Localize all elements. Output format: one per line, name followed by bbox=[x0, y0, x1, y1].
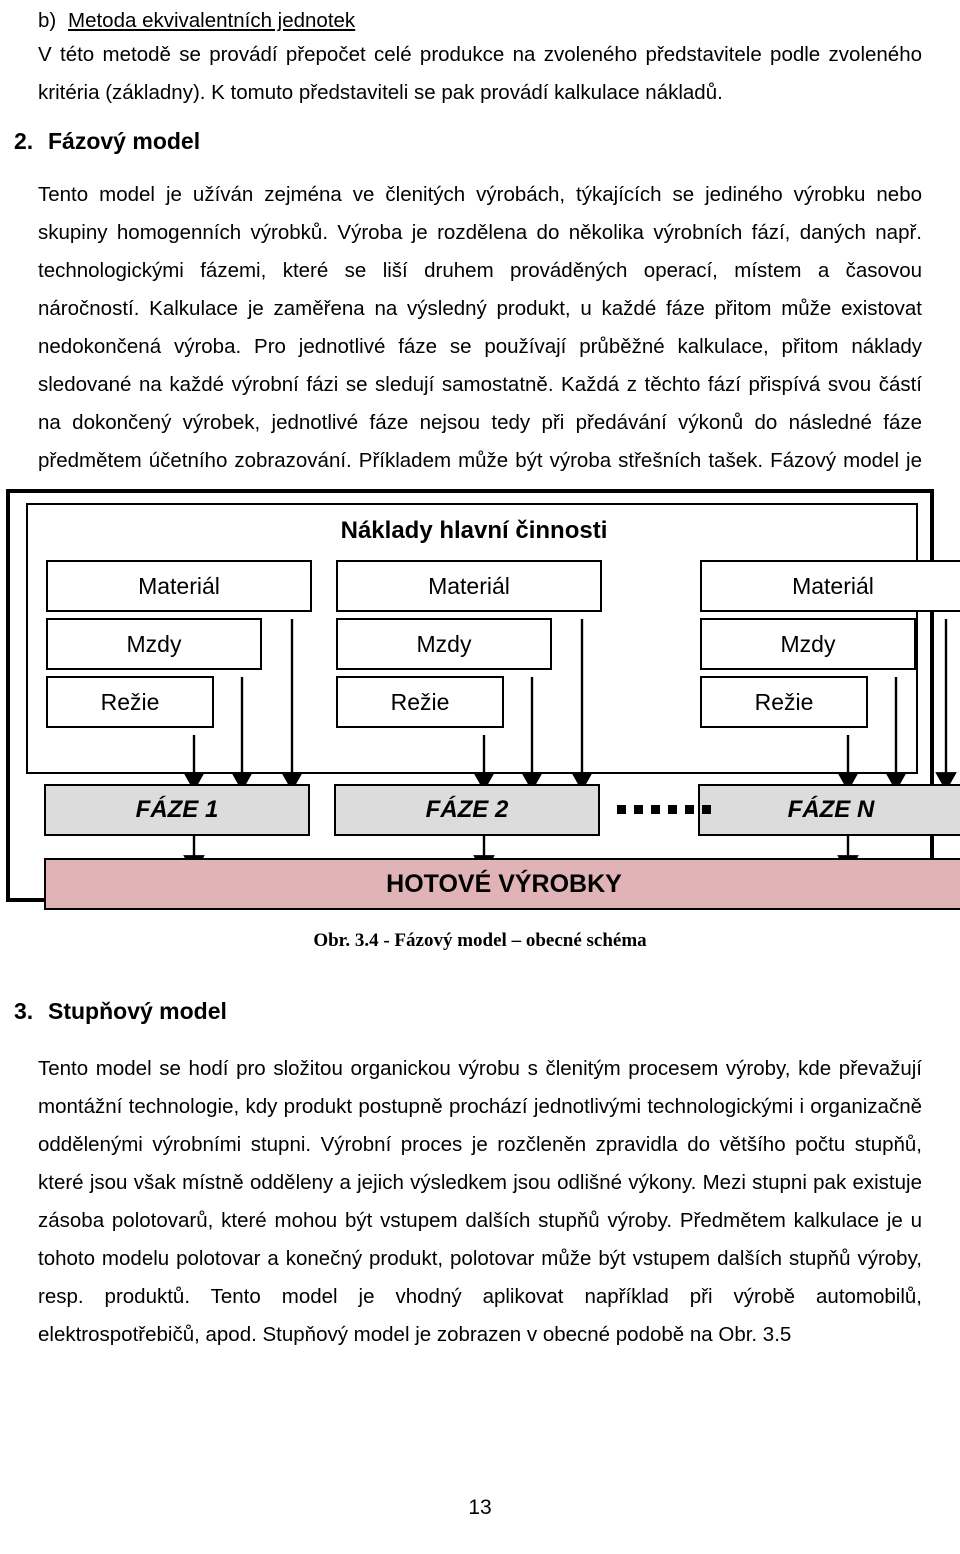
finished-goods-box: HOTOVÉ VÝROBKY bbox=[44, 858, 960, 910]
ellipsis-dot bbox=[634, 805, 643, 814]
list-item-b: b) Metoda ekvivalentních jednotek bbox=[38, 4, 922, 38]
document-page: b) Metoda ekvivalentních jednotek V této … bbox=[0, 0, 960, 1554]
figure-phase-model: Náklady hlavní činnosti Materiál Mzdy Re… bbox=[6, 489, 960, 910]
list-item-b-title: Metoda ekvivalentních jednotek bbox=[68, 9, 356, 32]
heading-section-2-number: 2. bbox=[14, 128, 34, 154]
heading-section-3-title: Stupňový model bbox=[48, 998, 227, 1024]
paragraph-section-3: Tento model se hodí pro složitou organic… bbox=[38, 1057, 922, 1346]
heading-section-3-number: 3. bbox=[14, 998, 34, 1024]
ellipsis-dot bbox=[702, 805, 711, 814]
ellipsis-dot bbox=[617, 805, 626, 814]
figure-caption: Obr. 3.4 - Fázový model – obecné schéma bbox=[313, 930, 647, 951]
page-number: 13 bbox=[468, 1496, 492, 1519]
list-item-b-marker: b) bbox=[38, 9, 57, 32]
heading-section-2: 2. Fázový model bbox=[14, 126, 200, 156]
connector-arrows bbox=[10, 493, 957, 898]
phase-box-1: FÁZE 1 bbox=[44, 784, 310, 836]
ellipsis-dot bbox=[668, 805, 677, 814]
heading-section-2-title: Fázový model bbox=[48, 128, 201, 154]
paragraph-section-2: Tento model je užíván zejména ve členitý… bbox=[38, 183, 922, 510]
ellipsis-dot bbox=[685, 805, 694, 814]
ellipsis-dot bbox=[651, 805, 660, 814]
phase-box-n: FÁZE N bbox=[698, 784, 960, 836]
ellipsis-dots bbox=[617, 805, 711, 814]
heading-section-3: 3. Stupňový model bbox=[14, 996, 227, 1026]
paragraph-method-equivalent-units: V této metodě se provádí přepočet celé p… bbox=[38, 43, 922, 104]
phase-box-2: FÁZE 2 bbox=[334, 784, 600, 836]
